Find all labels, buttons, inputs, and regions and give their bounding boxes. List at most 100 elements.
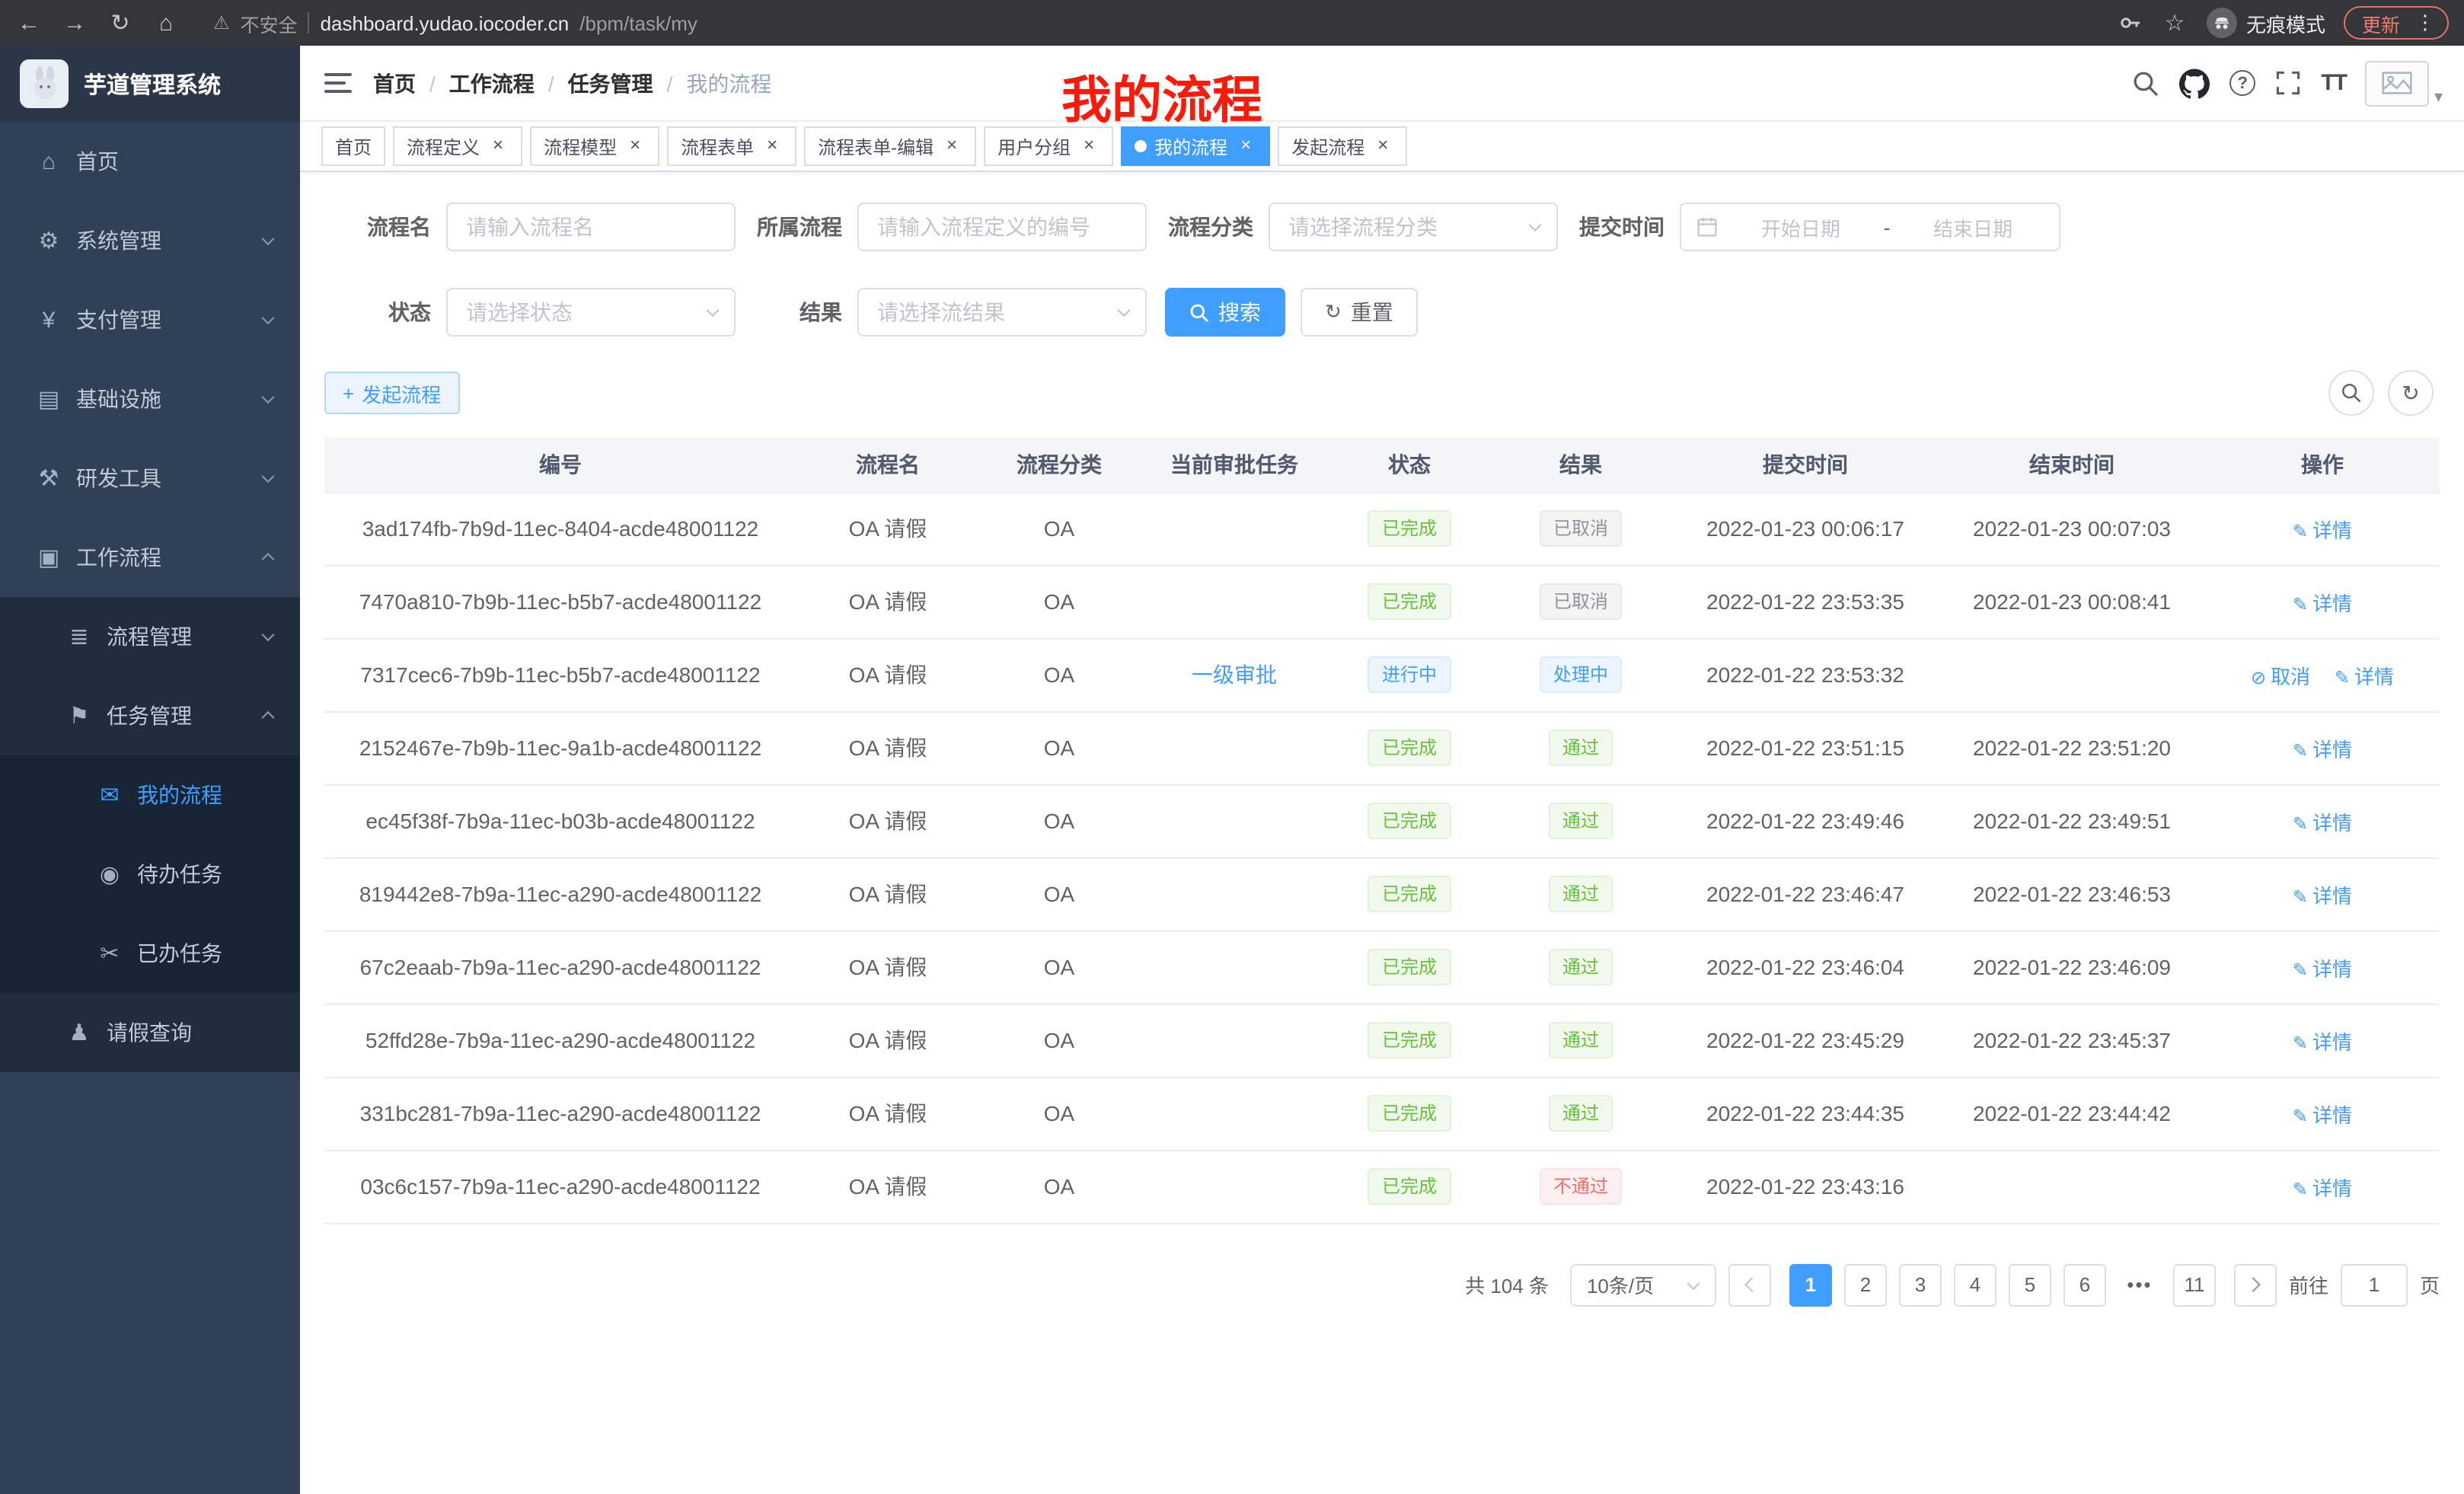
- cell-category: OA: [979, 784, 1139, 857]
- font-size-icon[interactable]: TT: [2321, 70, 2346, 96]
- page-button[interactable]: 5: [2009, 1263, 2051, 1306]
- page-button[interactable]: 3: [1899, 1263, 1942, 1306]
- next-page-button[interactable]: [2234, 1263, 2277, 1306]
- password-key-icon[interactable]: [2118, 11, 2143, 35]
- home-icon[interactable]: ⌂: [152, 10, 180, 36]
- forward-icon[interactable]: →: [61, 10, 88, 36]
- process-def-input[interactable]: [857, 203, 1147, 251]
- page-button[interactable]: 4: [1954, 1263, 1996, 1306]
- menu-icon: ▤: [30, 385, 67, 413]
- table-row: 331bc281-7b9a-11ec-a290-acde48001122 OA …: [324, 1077, 2440, 1150]
- detail-link[interactable]: ✎详情: [2293, 1030, 2352, 1053]
- task-link[interactable]: 一级审批: [1192, 662, 1277, 687]
- detail-link[interactable]: ✎详情: [2293, 1103, 2352, 1126]
- sidebar-item[interactable]: ⚒ 研发工具: [0, 439, 300, 518]
- cell-actions: ✎详情: [2205, 565, 2440, 638]
- cell-status: 已完成: [1329, 784, 1489, 857]
- cell-result: 通过: [1489, 784, 1672, 857]
- page-button[interactable]: 11: [2173, 1263, 2216, 1306]
- cancel-link[interactable]: ⊘取消: [2251, 665, 2310, 688]
- view-tab[interactable]: 流程表单 ×: [667, 126, 796, 166]
- back-icon[interactable]: ←: [15, 10, 43, 36]
- sidebar-item[interactable]: ⚑ 任务管理: [0, 676, 300, 755]
- submit-time-range-picker[interactable]: 开始日期 - 结束日期: [1680, 203, 2060, 251]
- view-tab[interactable]: 流程表单-编辑 ×: [804, 126, 976, 166]
- view-tab[interactable]: 我的流程 ×: [1121, 126, 1270, 166]
- browser-menu-icon[interactable]: ⋮: [2411, 11, 2440, 35]
- fullscreen-icon[interactable]: [2275, 70, 2301, 96]
- sidebar-item[interactable]: ▣ 工作流程: [0, 518, 300, 597]
- detail-link[interactable]: ✎详情: [2293, 738, 2352, 761]
- reload-icon[interactable]: ↻: [107, 9, 134, 37]
- detail-link[interactable]: ✎详情: [2293, 1176, 2352, 1199]
- help-icon[interactable]: ?: [2229, 70, 2255, 96]
- process-name-input[interactable]: [446, 203, 736, 251]
- detail-link[interactable]: ✎详情: [2293, 957, 2352, 980]
- result-select[interactable]: 请选择流结果: [857, 288, 1147, 337]
- user-avatar[interactable]: ▾: [2366, 60, 2443, 106]
- search-icon[interactable]: [2132, 69, 2159, 97]
- view-tab[interactable]: 首页: [321, 126, 385, 166]
- tab-close-icon[interactable]: ×: [624, 136, 646, 157]
- tab-label: 流程表单: [681, 133, 754, 159]
- detail-link[interactable]: ✎详情: [2293, 519, 2352, 541]
- refresh-table-button[interactable]: ↻: [2388, 370, 2434, 416]
- breadcrumb-item[interactable]: 首页: [373, 68, 449, 98]
- tab-close-icon[interactable]: ×: [1078, 136, 1100, 157]
- sidebar-item[interactable]: ✉ 我的流程: [0, 755, 300, 835]
- breadcrumb-item[interactable]: 任务管理: [568, 68, 687, 98]
- detail-link[interactable]: ✎详情: [2293, 811, 2352, 834]
- tab-close-icon[interactable]: ×: [941, 136, 962, 157]
- page-goto-input[interactable]: [2341, 1263, 2408, 1306]
- breadcrumb-item[interactable]: 我的流程: [686, 68, 771, 98]
- page-button[interactable]: 1: [1789, 1263, 1832, 1306]
- detail-link[interactable]: ✎详情: [2335, 665, 2394, 688]
- tab-close-icon[interactable]: ×: [761, 136, 783, 157]
- github-icon[interactable]: [2179, 68, 2210, 98]
- sidebar-item[interactable]: ◉ 待办任务: [0, 835, 300, 914]
- view-tab[interactable]: 发起流程 ×: [1278, 126, 1407, 166]
- sidebar-item[interactable]: ✂ 已办任务: [0, 914, 300, 993]
- view-tab[interactable]: 用户分组 ×: [984, 126, 1113, 166]
- cell-process-name: OA 请假: [796, 492, 979, 565]
- page-button[interactable]: 2: [1844, 1263, 1887, 1306]
- tab-close-icon[interactable]: ×: [487, 136, 509, 157]
- menu-icon: ♟: [61, 1019, 97, 1046]
- bookmark-star-icon[interactable]: ☆: [2161, 9, 2188, 37]
- tab-close-icon[interactable]: ×: [1235, 136, 1256, 157]
- detail-link[interactable]: ✎详情: [2293, 884, 2352, 907]
- result-placeholder: 请选择流结果: [877, 297, 1005, 327]
- page-button[interactable]: 6: [2063, 1263, 2106, 1306]
- toggle-search-button[interactable]: [2328, 370, 2374, 416]
- page-size-select[interactable]: 10条/页: [1570, 1263, 1716, 1306]
- category-select[interactable]: 请选择流程分类: [1269, 203, 1558, 251]
- category-label: 流程分类: [1147, 212, 1253, 242]
- sidebar-item[interactable]: ▤ 基础设施: [0, 359, 300, 439]
- page-button[interactable]: •••: [2118, 1263, 2161, 1306]
- create-process-button[interactable]: + 发起流程: [324, 372, 459, 414]
- cell-submit-time: 2022-01-22 23:45:29: [1672, 1004, 1939, 1077]
- detail-link[interactable]: ✎详情: [2293, 592, 2352, 615]
- search-button[interactable]: 搜索: [1165, 288, 1285, 337]
- sidebar-item[interactable]: ⚙ 系统管理: [0, 201, 300, 280]
- status-select[interactable]: 请选择状态: [446, 288, 736, 337]
- address-bar[interactable]: ⚠ 不安全 dashboard.yudao.iocoder.cn/bpm/tas…: [198, 5, 2100, 41]
- sidebar-item[interactable]: ¥ 支付管理: [0, 280, 300, 359]
- app-logo[interactable]: 芋道管理系统: [0, 46, 300, 122]
- caret-down-icon: ▾: [2434, 86, 2443, 106]
- avatar-image: [2366, 60, 2430, 106]
- sidebar-item[interactable]: ⌂ 首页: [0, 122, 300, 201]
- reset-button[interactable]: ↻ 重置: [1301, 288, 1418, 337]
- goto-unit: 页: [2420, 1270, 2440, 1299]
- sidebar-item[interactable]: ♟ 请假查询: [0, 993, 300, 1072]
- view-tab[interactable]: 流程定义 ×: [393, 126, 522, 166]
- browser-update-chip[interactable]: 更新 ⋮: [2344, 6, 2449, 40]
- view-tab[interactable]: 流程模型 ×: [530, 126, 659, 166]
- prev-page-button[interactable]: [1728, 1263, 1771, 1306]
- sidebar-toggle-icon[interactable]: [324, 72, 352, 94]
- search-icon: [2341, 382, 2362, 404]
- sidebar-item[interactable]: ≣ 流程管理: [0, 597, 300, 676]
- breadcrumb-item[interactable]: 工作流程: [449, 68, 568, 98]
- column-header: 当前审批任务: [1139, 437, 1329, 492]
- tab-close-icon[interactable]: ×: [1372, 136, 1393, 157]
